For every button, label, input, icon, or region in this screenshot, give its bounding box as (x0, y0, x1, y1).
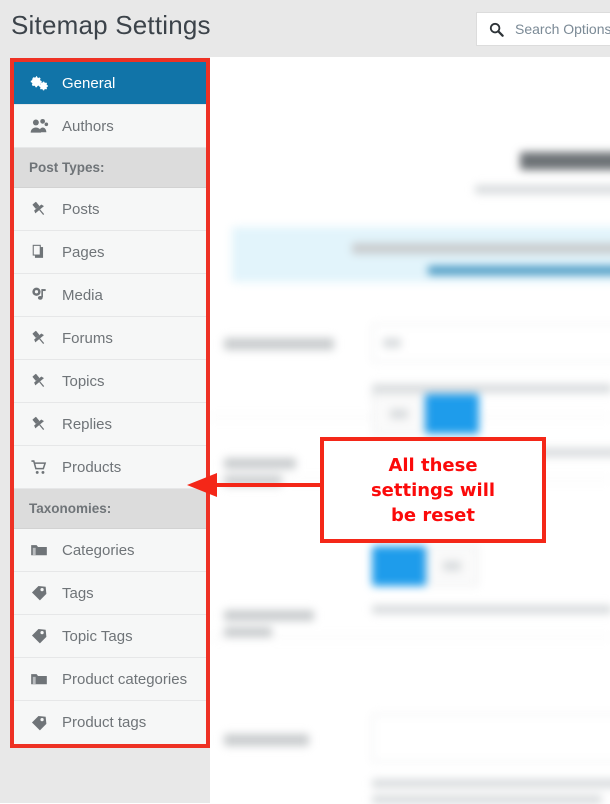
users-icon (29, 116, 49, 136)
blur-row1-help (372, 384, 610, 393)
pushpin-icon (29, 371, 49, 391)
folder-icon (29, 540, 49, 560)
settings-content-pane (210, 57, 610, 804)
settings-sidebar: General Authors Post Types: Posts Pages (10, 58, 210, 748)
blur-row1-input (372, 324, 610, 362)
sidebar-item-label: Pages (62, 243, 105, 261)
annotation-line-1: All these (388, 454, 478, 476)
sidebar-section-label: Taxonomies: (29, 501, 112, 516)
annotation-line-3: be reset (391, 504, 475, 526)
sidebar-item-pages[interactable]: Pages (14, 231, 206, 274)
sidebar-item-label: Tags (62, 584, 94, 602)
blur-row3-right-label (443, 561, 461, 571)
blur-section-title (520, 152, 610, 170)
folder-icon (29, 669, 49, 689)
blur-row2-label-line1 (224, 458, 296, 469)
sidebar-section-header: Taxonomies: (14, 489, 206, 529)
sidebar-item-label: Product categories (62, 670, 188, 688)
blur-section-subtitle (475, 185, 610, 194)
pushpin-icon (29, 199, 49, 219)
annotation-arrow (187, 473, 325, 497)
blur-notice-text (352, 243, 610, 254)
blur-row4-help-1 (372, 779, 610, 788)
annotation-callout: All these settings will be reset (320, 437, 546, 543)
tag-icon (29, 713, 49, 733)
top-bar: Sitemap Settings (0, 0, 610, 57)
sidebar-item-product-tags[interactable]: Product tags (14, 701, 206, 744)
blur-row2-right-button[interactable] (425, 394, 479, 434)
annotation-line-2: settings will (370, 479, 496, 501)
blur-row2-left-label (390, 409, 408, 419)
sidebar-item-replies[interactable]: Replies (14, 403, 206, 446)
sidebar-item-topics[interactable]: Topics (14, 360, 206, 403)
media-icon (29, 285, 49, 305)
gears-icon (29, 73, 49, 93)
sidebar-item-forums[interactable]: Forums (14, 317, 206, 360)
sidebar-item-label: Topic Tags (62, 627, 133, 645)
sidebar-item-label: Media (62, 286, 103, 304)
sidebar-item-categories[interactable]: Categories (14, 529, 206, 572)
page-title: Sitemap Settings (11, 10, 211, 40)
sidebar-item-products[interactable]: Products (14, 446, 206, 489)
sidebar-item-general[interactable]: General (14, 62, 206, 105)
sidebar-item-tags[interactable]: Tags (14, 572, 206, 615)
sidebar-item-label: Replies (62, 415, 113, 433)
sidebar-item-posts[interactable]: Posts (14, 188, 206, 231)
tag-icon (29, 583, 49, 603)
blur-notice-link (428, 266, 610, 275)
sidebar-item-authors[interactable]: Authors (14, 105, 206, 148)
search-icon (489, 22, 504, 37)
blur-row3-help (372, 605, 610, 614)
cart-icon (29, 457, 49, 477)
pushpin-icon (29, 414, 49, 434)
tag-icon (29, 626, 49, 646)
search-input[interactable] (515, 21, 610, 37)
sidebar-item-label: Products (62, 458, 122, 476)
sidebar-item-label: Topics (62, 372, 105, 390)
sidebar-item-media[interactable]: Media (14, 274, 206, 317)
sidebar-section-label: Post Types: (29, 160, 105, 175)
pushpin-icon (29, 328, 49, 348)
blur-row4-label (224, 734, 309, 746)
blur-row3-left-button[interactable] (372, 546, 426, 586)
pages-icon (29, 242, 49, 262)
blur-sep-3 (210, 637, 610, 638)
sidebar-item-label: Forums (62, 329, 113, 347)
blur-row1-value (383, 338, 401, 348)
search-options-box[interactable] (476, 12, 610, 46)
blur-row4-input[interactable] (372, 714, 610, 762)
sidebar-item-label: Product tags (62, 714, 147, 731)
sidebar-section-header: Post Types: (14, 148, 206, 188)
blur-row1-label (224, 338, 334, 350)
sidebar-item-topic-tags[interactable]: Topic Tags (14, 615, 206, 658)
sidebar-item-product-categories[interactable]: Product categories (14, 658, 206, 701)
sidebar-item-label: Posts (62, 200, 100, 218)
sidebar-item-label: General (62, 74, 116, 92)
sidebar-item-label: Authors (62, 117, 114, 135)
sidebar-item-label: Categories (62, 541, 135, 559)
blur-row3-label-line1 (224, 610, 314, 621)
